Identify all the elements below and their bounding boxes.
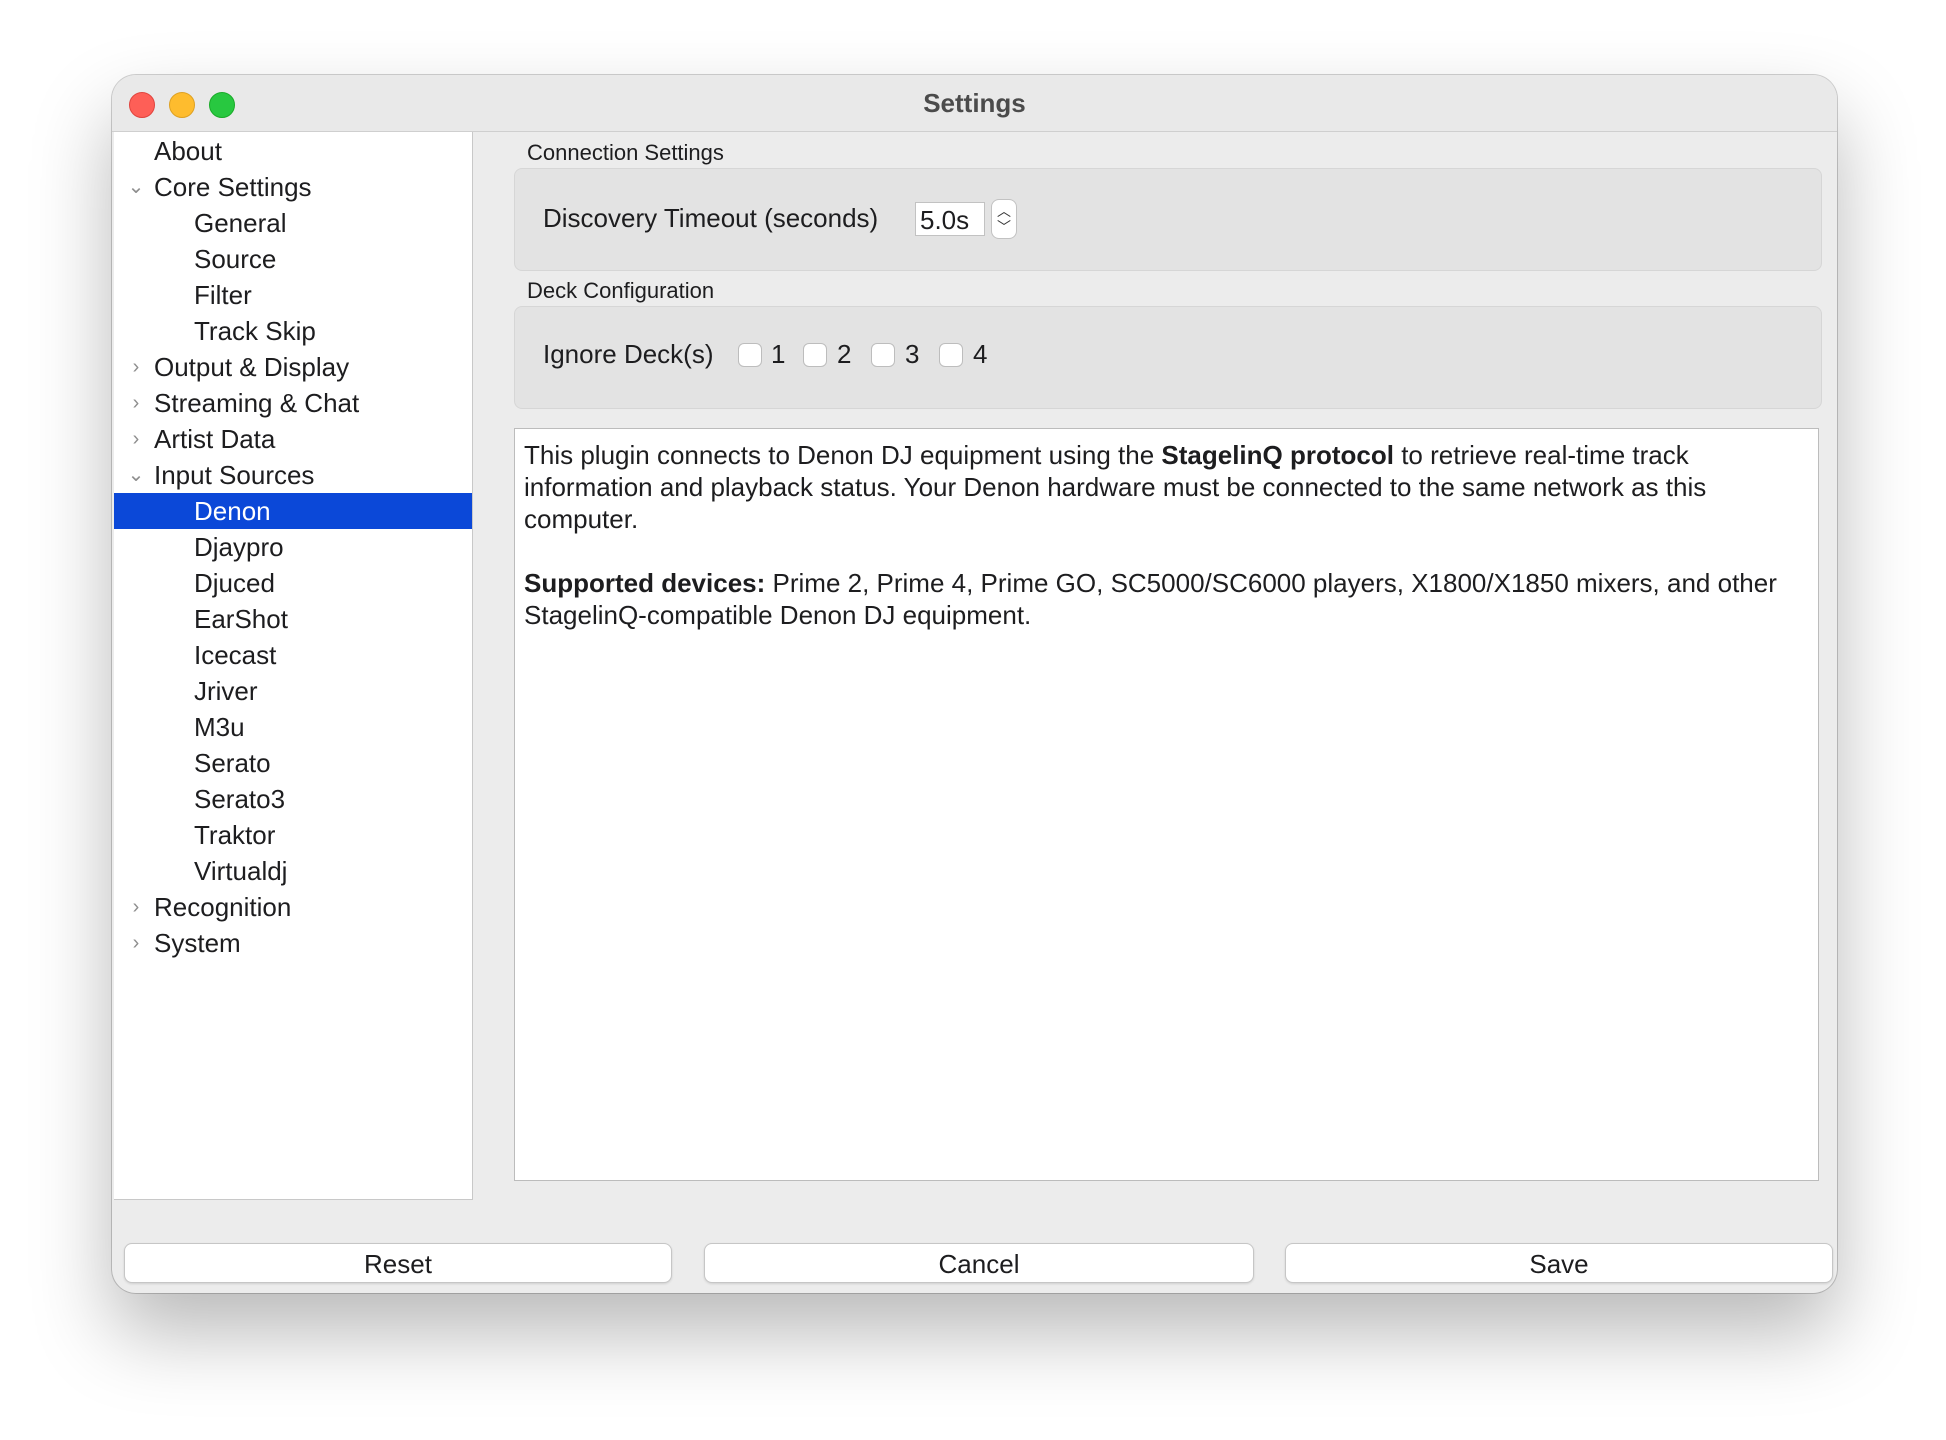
deck-2-checkbox[interactable] [803,343,827,367]
tree-item-core-settings[interactable]: ⌄ Core Settings [114,169,472,205]
tree-item-label: Traktor [194,820,276,850]
tree-item-label: Filter [194,280,252,310]
connection-settings-heading: Connection Settings [527,140,724,165]
tree-item-traktor[interactable]: Traktor [114,817,472,853]
window-title: Settings [923,88,1026,118]
save-button[interactable]: Save [1285,1243,1833,1283]
deck-4-label: 4 [973,339,988,369]
tree-item-earshot[interactable]: EarShot [114,601,472,637]
tree-item-label: Serato [194,748,271,778]
deck-3-checkbox[interactable] [871,343,895,367]
tree-item-label: System [154,928,241,958]
chevron-down-icon[interactable]: ﹀ [992,217,1016,237]
deck-configuration-heading: Deck Configuration [527,278,715,303]
tree-item-label: Output & Display [154,352,350,382]
discovery-timeout-label: Discovery Timeout (seconds) [543,203,879,233]
tree-item-source[interactable]: Source [114,241,472,277]
tree-item-output-display[interactable]: › Output & Display [114,349,472,385]
title-bar: Settings [112,75,1837,132]
reset-button[interactable]: Reset [124,1243,672,1283]
tree-item-serato3[interactable]: Serato3 [114,781,472,817]
tree-item-djaypro[interactable]: Djaypro [114,529,472,565]
tree-item-label: Track Skip [194,316,316,346]
settings-window: Settings About ⌄ Core Settings General S… [112,75,1837,1293]
tree-item-label: Virtualdj [194,856,288,886]
tree-item-artist-data[interactable]: › Artist Data [114,421,472,457]
tree-item-label: Icecast [194,640,277,670]
tree-item-label: Input Sources [154,460,315,490]
chevron-down-icon[interactable]: ⌄ [124,457,148,493]
deck-2-label: 2 [837,339,852,369]
cancel-button[interactable]: Cancel [704,1243,1254,1283]
tree-item-label: Recognition [154,892,292,922]
description-paragraph: This plugin connects to Denon DJ equipme… [524,439,1809,535]
tree-item-label: EarShot [194,604,288,634]
tree-item-label: Streaming & Chat [154,388,360,418]
tree-item-track-skip[interactable]: Track Skip [114,313,472,349]
supported-devices-heading: Supported devices: [524,568,766,598]
tree-item-label: M3u [194,712,245,742]
description-text: This plugin connects to Denon DJ equipme… [524,440,1162,470]
chevron-right-icon[interactable]: › [124,421,148,457]
tree-item-label: Source [194,244,277,274]
tree-item-label: Denon [194,496,271,526]
deck-1-checkbox[interactable] [738,343,762,367]
settings-tree[interactable]: About ⌄ Core Settings General Source Fil… [114,132,473,1200]
ignore-decks-label: Ignore Deck(s) [543,339,714,369]
discovery-timeout-input[interactable]: 5.0s [915,202,985,236]
plugin-description: This plugin connects to Denon DJ equipme… [514,428,1819,1181]
tree-item-about[interactable]: About [114,133,472,169]
tree-item-general[interactable]: General [114,205,472,241]
tree-item-filter[interactable]: Filter [114,277,472,313]
tree-item-label: About [154,136,222,166]
chevron-right-icon[interactable]: › [124,925,148,961]
tree-item-serato[interactable]: Serato [114,745,472,781]
chevron-right-icon[interactable]: › [124,889,148,925]
tree-item-label: Djaypro [194,532,284,562]
chevron-right-icon[interactable]: › [124,349,148,385]
tree-item-label: Artist Data [154,424,276,454]
tree-item-label: Djuced [194,568,275,598]
chevron-down-icon[interactable]: ⌄ [124,169,148,205]
tree-item-recognition[interactable]: › Recognition [114,889,472,925]
tree-item-virtualdj[interactable]: Virtualdj [114,853,472,889]
discovery-timeout-stepper[interactable]: ︿ ﹀ [991,199,1017,239]
supported-devices-paragraph: Supported devices: Prime 2, Prime 4, Pri… [524,567,1809,631]
tree-item-denon[interactable]: Denon [114,493,472,529]
tree-item-icecast[interactable]: Icecast [114,637,472,673]
deck-4-checkbox[interactable] [939,343,963,367]
description-bold-text: StagelinQ protocol [1161,440,1394,470]
tree-item-streaming-chat[interactable]: › Streaming & Chat [114,385,472,421]
chevron-right-icon[interactable]: › [124,385,148,421]
tree-item-label: Jriver [194,676,258,706]
tree-item-m3u[interactable]: M3u [114,709,472,745]
deck-1-label: 1 [771,339,786,369]
tree-item-label: General [194,208,287,238]
tree-item-label: Core Settings [154,172,312,202]
tree-item-djuced[interactable]: Djuced [114,565,472,601]
deck-3-label: 3 [905,339,920,369]
tree-item-jriver[interactable]: Jriver [114,673,472,709]
tree-item-input-sources[interactable]: ⌄ Input Sources [114,457,472,493]
tree-item-system[interactable]: › System [114,925,472,961]
tree-item-label: Serato3 [194,784,286,814]
